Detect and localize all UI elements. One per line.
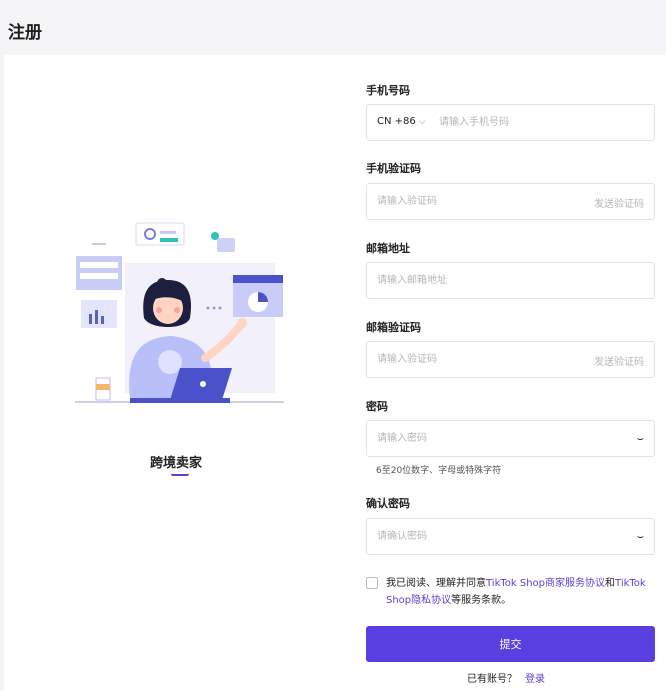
have-account-text: 已有账号？ bbox=[467, 674, 517, 685]
email-field bbox=[366, 262, 655, 299]
agreement: 我已阅读、理解并同意TikTok Shop商家服务协议和TikTok Shop隐… bbox=[366, 575, 656, 609]
seller-illustration bbox=[75, 222, 284, 403]
eye-closed-icon[interactable]: ⌣ bbox=[637, 432, 644, 446]
password-field: ⌣ bbox=[366, 420, 655, 457]
password-hint: 6至20位数字、字母或特殊字符 bbox=[376, 466, 502, 476]
phone-label: 手机号码 bbox=[366, 84, 410, 97]
email-label: 邮箱地址 bbox=[366, 242, 410, 255]
country-code-value: CN +86 bbox=[377, 116, 416, 127]
password-input[interactable] bbox=[377, 421, 617, 456]
agreement-checkbox[interactable] bbox=[366, 577, 378, 589]
agreement-text-2: 和 bbox=[605, 578, 616, 589]
agreement-text-1: 我已阅读、理解并同意 bbox=[386, 578, 486, 589]
confirm-password-field: ⌣ bbox=[366, 518, 655, 555]
phone-code-field: 发送验证码 bbox=[366, 183, 655, 220]
send-email-code-button[interactable]: 发送验证码 bbox=[594, 353, 644, 368]
agreement-text-3: 等服务条款。 bbox=[451, 595, 512, 606]
send-phone-code-button[interactable]: 发送验证码 bbox=[594, 195, 644, 210]
phone-code-label: 手机验证码 bbox=[366, 162, 421, 175]
email-code-input[interactable] bbox=[377, 342, 567, 377]
phone-input[interactable] bbox=[439, 105, 639, 140]
submit-button[interactable]: 提交 bbox=[366, 626, 655, 662]
eye-closed-icon[interactable]: ⌣ bbox=[637, 530, 644, 544]
login-row: 已有账号？ 登录 bbox=[467, 670, 545, 685]
country-code-select[interactable]: CN +86 ⌵ bbox=[377, 116, 426, 127]
email-code-field: 发送验证码 bbox=[366, 341, 655, 378]
confirm-password-label: 确认密码 bbox=[366, 497, 410, 510]
login-link[interactable]: 登录 bbox=[525, 674, 545, 685]
phone-field: CN +86 ⌵ bbox=[366, 104, 655, 141]
email-code-label: 邮箱验证码 bbox=[366, 321, 421, 334]
role-underline bbox=[171, 472, 189, 476]
password-label: 密码 bbox=[366, 400, 388, 413]
confirm-password-input[interactable] bbox=[377, 519, 617, 554]
chevron-down-icon: ⌵ bbox=[418, 117, 426, 127]
email-input[interactable] bbox=[377, 263, 642, 298]
agreement-text: 我已阅读、理解并同意TikTok Shop商家服务协议和TikTok Shop隐… bbox=[366, 575, 656, 609]
page-title: 注册 bbox=[8, 23, 42, 43]
merchant-agreement-link[interactable]: TikTok Shop商家服务协议 bbox=[486, 578, 605, 589]
phone-code-input[interactable] bbox=[377, 184, 567, 219]
role-label: 跨境卖家 bbox=[150, 456, 203, 471]
